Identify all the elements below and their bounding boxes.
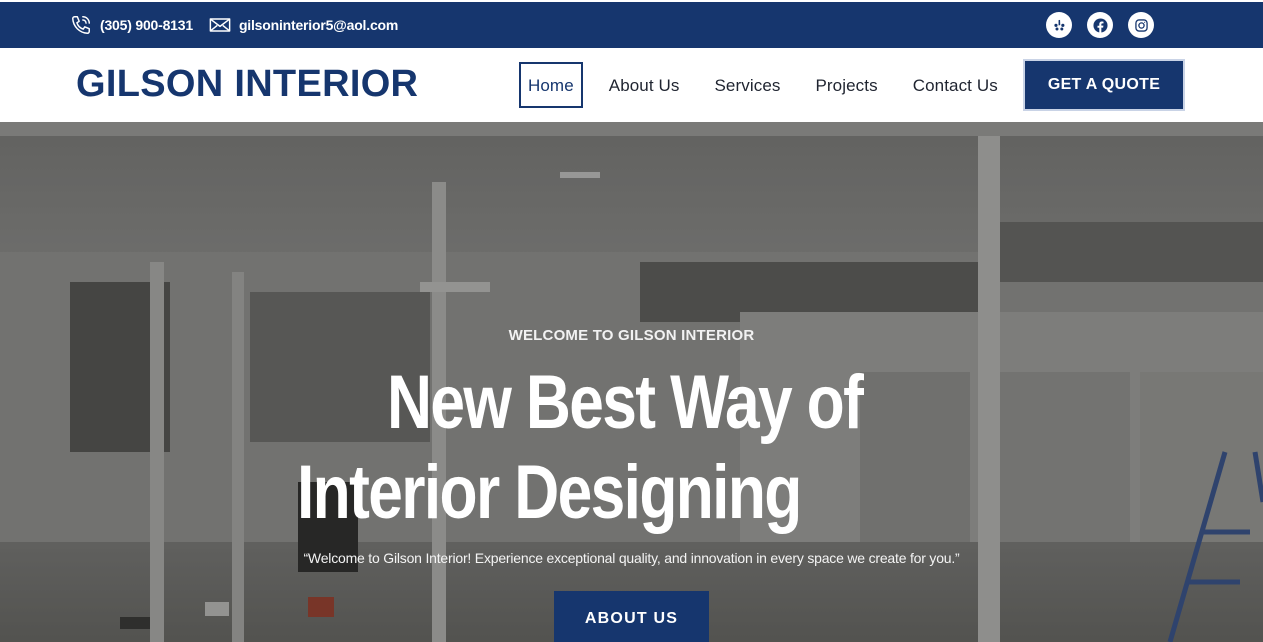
social-links bbox=[1046, 12, 1154, 38]
about-us-button[interactable]: ABOUT US bbox=[554, 591, 709, 642]
nav-home[interactable]: Home bbox=[519, 62, 583, 108]
top-bar: (305) 900-8131 gilsoninterior5@aol.com bbox=[0, 2, 1263, 48]
email-address[interactable]: gilsoninterior5@aol.com bbox=[239, 17, 398, 33]
email-link[interactable]: gilsoninterior5@aol.com bbox=[209, 17, 398, 33]
facebook-icon[interactable] bbox=[1087, 12, 1113, 38]
nav-about-us[interactable]: About Us bbox=[600, 62, 689, 108]
main-nav: Home About Us Services Projects Contact … bbox=[519, 62, 1007, 108]
nav-services[interactable]: Services bbox=[705, 62, 789, 108]
phone-number[interactable]: (305) 900-8131 bbox=[100, 17, 193, 33]
mail-icon bbox=[209, 17, 231, 33]
phone-icon bbox=[70, 14, 92, 36]
hero-title-line-1: New Best Way of bbox=[387, 360, 864, 445]
get-a-quote-button[interactable]: GET A QUOTE bbox=[1023, 59, 1185, 111]
phone-link[interactable]: (305) 900-8131 bbox=[70, 14, 193, 36]
yelp-icon[interactable] bbox=[1046, 12, 1072, 38]
site-logo[interactable]: GILSON INTERIOR bbox=[76, 62, 418, 106]
nav-projects[interactable]: Projects bbox=[806, 62, 886, 108]
hero-section: WELCOME TO GILSON INTERIOR New Best Way … bbox=[0, 122, 1263, 642]
hero-title-line-2: Interior Designing bbox=[297, 450, 802, 535]
instagram-icon[interactable] bbox=[1128, 12, 1154, 38]
site-header: GILSON INTERIOR Home About Us Services P… bbox=[0, 48, 1263, 122]
nav-contact-us[interactable]: Contact Us bbox=[904, 62, 1007, 108]
contact-info: (305) 900-8131 gilsoninterior5@aol.com bbox=[70, 2, 398, 48]
hero-tagline: “Welcome to Gilson Interior! Experience … bbox=[303, 550, 960, 566]
hero-eyebrow: WELCOME TO GILSON INTERIOR bbox=[508, 327, 755, 344]
